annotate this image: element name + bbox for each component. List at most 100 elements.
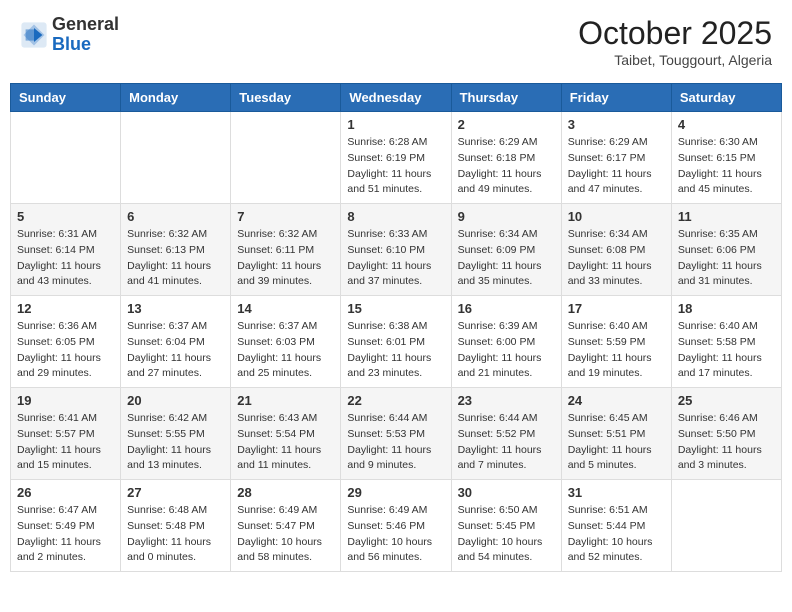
calendar-cell: 17 Sunrise: 6:40 AMSunset: 5:59 PMDayligh… (561, 296, 671, 388)
day-info: Sunrise: 6:50 AMSunset: 5:45 PMDaylight:… (458, 503, 555, 566)
calendar-week-row: 1 Sunrise: 6:28 AMSunset: 6:19 PMDaylight… (11, 112, 782, 204)
day-info: Sunrise: 6:37 AMSunset: 6:03 PMDaylight:… (237, 319, 334, 382)
day-info: Sunrise: 6:39 AMSunset: 6:00 PMDaylight:… (458, 319, 555, 382)
day-header-tuesday: Tuesday (231, 84, 341, 112)
day-header-wednesday: Wednesday (341, 84, 451, 112)
calendar-table: SundayMondayTuesdayWednesdayThursdayFrid… (10, 83, 782, 572)
calendar-cell: 3 Sunrise: 6:29 AMSunset: 6:17 PMDaylight… (561, 112, 671, 204)
day-number: 30 (458, 485, 555, 500)
day-info: Sunrise: 6:44 AMSunset: 5:53 PMDaylight:… (347, 411, 444, 474)
calendar-cell: 6Sunrise: 6:32 AMSunset: 6:13 PMDaylight… (121, 204, 231, 296)
calendar-cell: 18 Sunrise: 6:40 AMSunset: 5:58 PMDayligh… (671, 296, 781, 388)
calendar-cell: 4 Sunrise: 6:30 AMSunset: 6:15 PMDaylight… (671, 112, 781, 204)
logo-blue-text: Blue (52, 35, 119, 55)
calendar-cell (121, 112, 231, 204)
calendar-header-row: SundayMondayTuesdayWednesdayThursdayFrid… (11, 84, 782, 112)
calendar-cell: 19 Sunrise: 6:41 AMSunset: 5:57 PMDayligh… (11, 388, 121, 480)
day-number: 7 (237, 209, 334, 224)
day-info: Sunrise: 6:35 AMSunset: 6:06 PMDaylight:… (678, 227, 775, 290)
calendar-cell: 27Sunrise: 6:48 AMSunset: 5:48 PMDayligh… (121, 480, 231, 572)
day-number: 18 (678, 301, 775, 316)
day-number: 27 (127, 485, 224, 500)
day-number: 31 (568, 485, 665, 500)
day-info: Sunrise: 6:41 AMSunset: 5:57 PMDaylight:… (17, 411, 114, 474)
day-number: 11 (678, 209, 775, 224)
day-info: Sunrise: 6:37 AMSunset: 6:04 PMDaylight:… (127, 319, 224, 382)
day-number: 28 (237, 485, 334, 500)
calendar-cell: 12Sunrise: 6:36 AMSunset: 6:05 PMDayligh… (11, 296, 121, 388)
day-number: 14 (237, 301, 334, 316)
calendar-cell: 7 Sunrise: 6:32 AMSunset: 6:11 PMDaylight… (231, 204, 341, 296)
day-info: Sunrise: 6:33 AMSunset: 6:10 PMDaylight:… (347, 227, 444, 290)
calendar-cell: 26 Sunrise: 6:47 AMSunset: 5:49 PMDayligh… (11, 480, 121, 572)
calendar-cell: 11 Sunrise: 6:35 AMSunset: 6:06 PMDayligh… (671, 204, 781, 296)
calendar-cell (231, 112, 341, 204)
calendar-cell: 30 Sunrise: 6:50 AMSunset: 5:45 PMDayligh… (451, 480, 561, 572)
day-number: 20 (127, 393, 224, 408)
day-number: 19 (17, 393, 114, 408)
day-header-saturday: Saturday (671, 84, 781, 112)
day-number: 10 (568, 209, 665, 224)
calendar-week-row: 19 Sunrise: 6:41 AMSunset: 5:57 PMDayligh… (11, 388, 782, 480)
day-header-sunday: Sunday (11, 84, 121, 112)
calendar-cell: 10 Sunrise: 6:34 AMSunset: 6:08 PMDayligh… (561, 204, 671, 296)
day-number: 26 (17, 485, 114, 500)
calendar-cell: 15 Sunrise: 6:38 AMSunset: 6:01 PMDayligh… (341, 296, 451, 388)
day-number: 25 (678, 393, 775, 408)
day-number: 9 (458, 209, 555, 224)
day-info: Sunrise: 6:32 AMSunset: 6:11 PMDaylight:… (237, 227, 334, 290)
day-number: 23 (458, 393, 555, 408)
day-info: Sunrise: 6:42 AMSunset: 5:55 PMDaylight:… (127, 411, 224, 474)
logo-general-text: General (52, 15, 119, 35)
day-info: Sunrise: 6:28 AMSunset: 6:19 PMDaylight:… (347, 135, 444, 198)
calendar-cell: 16 Sunrise: 6:39 AMSunset: 6:00 PMDayligh… (451, 296, 561, 388)
month-title: October 2025 (578, 15, 772, 52)
calendar-cell: 24 Sunrise: 6:45 AMSunset: 5:51 PMDayligh… (561, 388, 671, 480)
calendar-cell: 31 Sunrise: 6:51 AMSunset: 5:44 PMDayligh… (561, 480, 671, 572)
day-number: 24 (568, 393, 665, 408)
day-number: 1 (347, 117, 444, 132)
day-info: Sunrise: 6:51 AMSunset: 5:44 PMDaylight:… (568, 503, 665, 566)
calendar-cell (11, 112, 121, 204)
calendar-cell: 9Sunrise: 6:34 AMSunset: 6:09 PMDaylight… (451, 204, 561, 296)
day-number: 16 (458, 301, 555, 316)
day-number: 6 (127, 209, 224, 224)
day-info: Sunrise: 6:29 AMSunset: 6:17 PMDaylight:… (568, 135, 665, 198)
day-header-friday: Friday (561, 84, 671, 112)
day-header-monday: Monday (121, 84, 231, 112)
day-info: Sunrise: 6:40 AMSunset: 5:58 PMDaylight:… (678, 319, 775, 382)
day-number: 2 (458, 117, 555, 132)
calendar-cell: 22 Sunrise: 6:44 AMSunset: 5:53 PMDayligh… (341, 388, 451, 480)
calendar-cell: 23Sunrise: 6:44 AMSunset: 5:52 PMDayligh… (451, 388, 561, 480)
day-info: Sunrise: 6:34 AMSunset: 6:08 PMDaylight:… (568, 227, 665, 290)
day-number: 13 (127, 301, 224, 316)
logo: General Blue (20, 15, 119, 55)
location: Taibet, Touggourt, Algeria (578, 52, 772, 68)
title-block: October 2025 Taibet, Touggourt, Algeria (578, 15, 772, 68)
day-info: Sunrise: 6:40 AMSunset: 5:59 PMDaylight:… (568, 319, 665, 382)
day-info: Sunrise: 6:49 AMSunset: 5:46 PMDaylight:… (347, 503, 444, 566)
calendar-cell: 2 Sunrise: 6:29 AMSunset: 6:18 PMDaylight… (451, 112, 561, 204)
day-number: 8 (347, 209, 444, 224)
day-info: Sunrise: 6:46 AMSunset: 5:50 PMDaylight:… (678, 411, 775, 474)
day-number: 15 (347, 301, 444, 316)
day-info: Sunrise: 6:31 AMSunset: 6:14 PMDaylight:… (17, 227, 114, 290)
day-info: Sunrise: 6:29 AMSunset: 6:18 PMDaylight:… (458, 135, 555, 198)
calendar-week-row: 26 Sunrise: 6:47 AMSunset: 5:49 PMDayligh… (11, 480, 782, 572)
day-number: 22 (347, 393, 444, 408)
day-number: 17 (568, 301, 665, 316)
day-info: Sunrise: 6:43 AMSunset: 5:54 PMDaylight:… (237, 411, 334, 474)
logo-icon (20, 21, 48, 49)
day-info: Sunrise: 6:47 AMSunset: 5:49 PMDaylight:… (17, 503, 114, 566)
day-info: Sunrise: 6:38 AMSunset: 6:01 PMDaylight:… (347, 319, 444, 382)
calendar-cell: 8 Sunrise: 6:33 AMSunset: 6:10 PMDaylight… (341, 204, 451, 296)
day-number: 3 (568, 117, 665, 132)
day-info: Sunrise: 6:30 AMSunset: 6:15 PMDaylight:… (678, 135, 775, 198)
day-header-thursday: Thursday (451, 84, 561, 112)
calendar-cell: 5Sunrise: 6:31 AMSunset: 6:14 PMDaylight… (11, 204, 121, 296)
calendar-cell: 28 Sunrise: 6:49 AMSunset: 5:47 PMDayligh… (231, 480, 341, 572)
day-info: Sunrise: 6:45 AMSunset: 5:51 PMDaylight:… (568, 411, 665, 474)
calendar-week-row: 12Sunrise: 6:36 AMSunset: 6:05 PMDayligh… (11, 296, 782, 388)
day-number: 4 (678, 117, 775, 132)
day-info: Sunrise: 6:49 AMSunset: 5:47 PMDaylight:… (237, 503, 334, 566)
